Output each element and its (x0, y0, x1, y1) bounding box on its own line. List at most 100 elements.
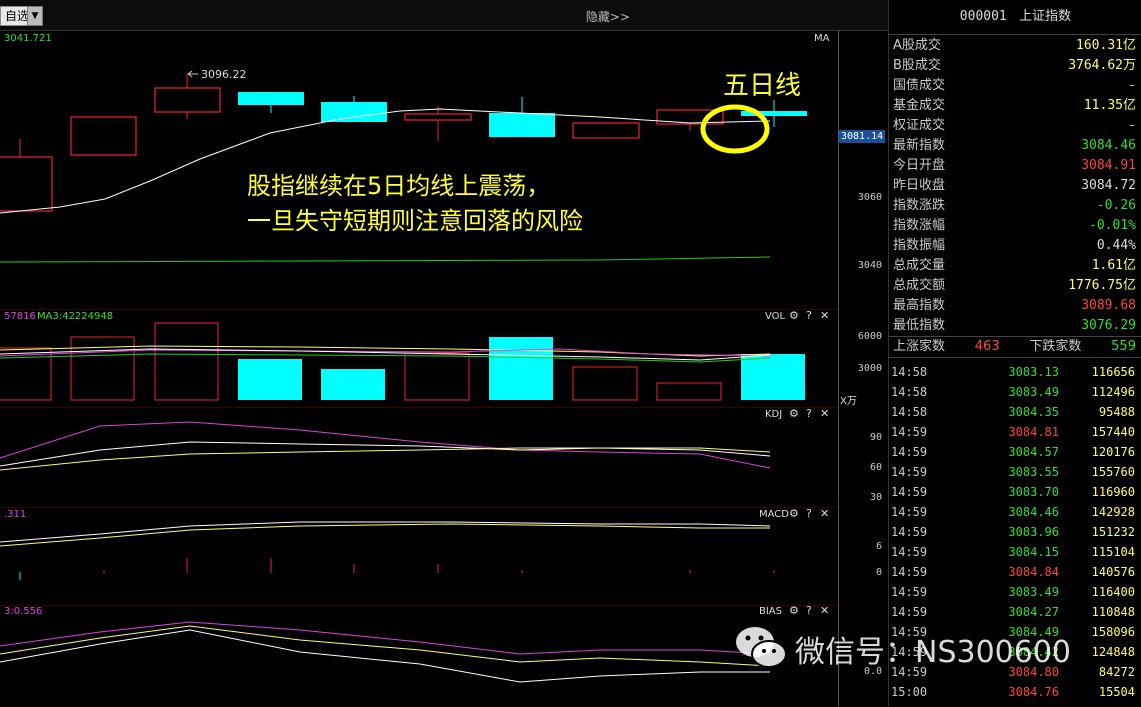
help-icon[interactable]: ? (806, 507, 812, 520)
stat-row: 指数振幅 0.44% (889, 236, 1141, 256)
candle (154, 87, 221, 113)
volume-chart (0, 322, 805, 401)
chevron-down-icon[interactable]: ▼ (27, 6, 43, 26)
chart-left-value: 3041.721 (4, 33, 52, 44)
stat-row: 最新指数 3084.46 (889, 136, 1141, 156)
axis-tick: 6000 (857, 331, 882, 342)
tick-price: 3083.49 (1008, 585, 1059, 599)
help-icon[interactable]: ? (806, 604, 812, 617)
tick-time: 14:59 (891, 525, 928, 539)
tick-volume: 112496 (1091, 385, 1135, 399)
tick-volume: 116400 (1091, 585, 1135, 599)
tick-row: 14:59 3083.96 151232 (889, 522, 1141, 542)
tick-volume: 116656 (1091, 365, 1135, 379)
tick-volume: 120176 (1091, 445, 1135, 459)
axis-tick: 30 (869, 492, 882, 503)
axis-tick: 0 (875, 567, 882, 578)
stock-name: 上证指数 (1019, 9, 1072, 24)
stat-row: 指数涨跌 -0.26 (889, 196, 1141, 216)
stat-value: -0.01% (1089, 218, 1136, 233)
stat-label: 最低指数 (893, 318, 946, 333)
tick-price: 3083.55 (1008, 465, 1059, 479)
tick-row: 14:59 3084.15 115104 (889, 542, 1141, 562)
volume-bar (572, 366, 638, 401)
tick-time: 14:58 (891, 385, 928, 399)
gear-icon[interactable]: ⚙ (789, 407, 799, 420)
tick-time: 14:59 (891, 485, 928, 499)
help-icon[interactable]: ? (806, 309, 812, 322)
candle (238, 92, 304, 105)
stat-value: 3084.91 (1081, 158, 1136, 173)
hide-label[interactable]: 隐藏 (586, 10, 610, 24)
stat-value: 3084.72 (1081, 178, 1136, 193)
close-icon[interactable]: ✕ (820, 407, 829, 420)
macd-left-label: .311 (4, 509, 27, 520)
tick-time: 14:59 (891, 465, 928, 479)
five-day-label: 五日线 (723, 71, 802, 101)
gear-icon[interactable]: ⚙ (789, 309, 799, 322)
stat-row: 总成交量 1.61亿 (889, 256, 1141, 276)
tick-price: 3084.76 (1008, 685, 1059, 699)
tick-price: 3084.57 (1008, 445, 1059, 459)
tick-volume: 157440 (1091, 425, 1135, 439)
stat-value: 3764.62万 (1068, 58, 1136, 73)
tick-time: 15:00 (891, 685, 928, 699)
highlight-circle (700, 104, 770, 154)
annotation-line-1: 股指继续在5日均线上震荡， (247, 172, 551, 200)
ma-label: MA (814, 33, 830, 44)
tick-volume: 95488 (1098, 405, 1135, 419)
tick-row: 14:59 3084.84 140576 (889, 562, 1141, 582)
close-icon[interactable]: ✕ (820, 309, 829, 322)
quote-panel: 000001 上证指数 A股成交 160.31亿 B股成交 3764.62万 国债成交 -… (888, 0, 1141, 706)
stat-value: -0.26 (1096, 198, 1136, 213)
stat-label: 最新指数 (893, 138, 946, 153)
tick-volume: 15504 (1098, 685, 1135, 699)
vol-ma-line (0, 353, 771, 363)
tick-price: 3083.13 (1008, 365, 1059, 379)
axis-tick: 60 (869, 462, 882, 473)
tick-time: 14:59 (891, 445, 928, 459)
axis-tick: 6 (875, 541, 882, 552)
tick-time: 14:59 (891, 565, 928, 579)
macd-chart (0, 521, 775, 580)
stat-label: A股成交 (893, 38, 941, 53)
gear-icon[interactable]: ⚙ (789, 507, 799, 520)
stat-label: 指数涨跌 (893, 198, 946, 213)
tick-row: 14:58 3083.13 116656 (889, 362, 1141, 382)
stat-row: 最低指数 3076.29 (889, 316, 1141, 336)
tick-volume: 142928 (1091, 505, 1135, 519)
tick-price: 3084.35 (1008, 405, 1059, 419)
tick-row: 14:59 3084.46 142928 (889, 502, 1141, 522)
down-value: 559 (1111, 339, 1136, 354)
hide-toggle[interactable]: 隐藏>> (586, 8, 630, 25)
stat-value: 3076.29 (1081, 318, 1136, 333)
tick-volume: 110848 (1091, 605, 1135, 619)
stat-label: 指数振幅 (893, 238, 946, 253)
tick-row: 14:59 3083.49 116400 (889, 582, 1141, 602)
stat-row: 最高指数 3089.68 (889, 296, 1141, 316)
candle (70, 116, 137, 156)
stat-row: A股成交 160.31亿 (889, 36, 1141, 56)
volume-bar (238, 359, 302, 400)
stat-row: 指数涨幅 -0.01% (889, 216, 1141, 236)
tick-row: 14:58 3084.35 95488 (889, 402, 1141, 422)
stat-row: 基金成交 11.35亿 (889, 96, 1141, 116)
tick-time: 14:58 (891, 405, 928, 419)
close-icon[interactable]: ✕ (820, 604, 829, 617)
tick-time: 14:58 (891, 365, 928, 379)
tick-price: 3084.15 (1008, 545, 1059, 559)
gear-icon[interactable]: ⚙ (789, 604, 799, 617)
stat-label: 总成交量 (893, 258, 946, 273)
stat-label: 总成交额 (893, 278, 946, 293)
stat-value: 1776.75亿 (1068, 278, 1136, 293)
quote-header: 000001 上证指数 (889, 0, 1141, 35)
stat-row: 今日开盘 3084.91 (889, 156, 1141, 176)
down-label: 下跌家数 (1029, 339, 1082, 354)
bias-line (0, 621, 771, 655)
help-icon[interactable]: ? (806, 407, 812, 420)
watermark-text: 微信号：NS300600 (795, 635, 1072, 670)
ma-long-line (0, 256, 771, 263)
tick-volume: 151232 (1091, 525, 1135, 539)
close-icon[interactable]: ✕ (820, 507, 829, 520)
candle (404, 113, 472, 121)
